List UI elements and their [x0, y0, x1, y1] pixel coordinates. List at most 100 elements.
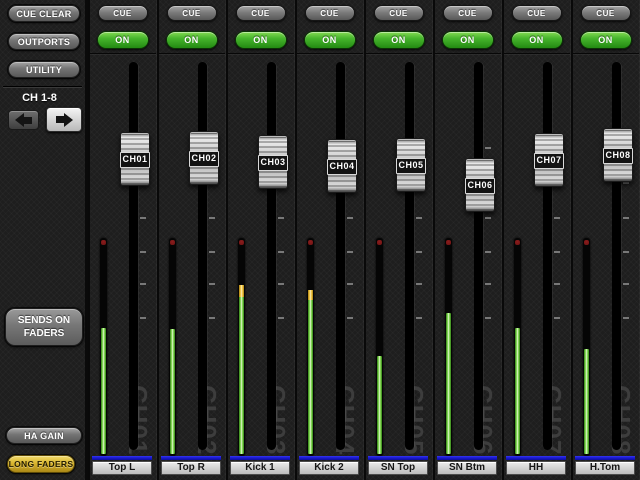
fader-knob-label: CH08	[603, 148, 633, 164]
fader-track	[267, 62, 276, 450]
channel-name[interactable]: Kick 2	[299, 461, 359, 475]
on-button[interactable]: ON	[96, 31, 149, 49]
fader-track	[543, 62, 552, 450]
fader-track	[474, 62, 483, 450]
cue-button[interactable]: CUE	[166, 5, 217, 21]
channel-color-bar	[368, 456, 428, 460]
channel-strip-ch07: CUE ON CH07 CH07 HH	[502, 0, 571, 480]
fader-knob-label: CH05	[396, 158, 426, 174]
fader-knob[interactable]: CH04	[327, 139, 357, 193]
level-meter	[583, 238, 590, 456]
outports-button[interactable]: OUTPORTS	[7, 32, 81, 51]
strip-divider	[159, 53, 225, 54]
long-faders-button[interactable]: LONG FADERS	[6, 454, 76, 474]
sends-on-faders-button[interactable]: SENDS ON FADERS	[4, 307, 84, 347]
fader-track	[198, 62, 207, 450]
fader-knob[interactable]: CH06	[465, 158, 495, 212]
channel-strips: CUE ON CH01 CH01 Top L CUE ON CH02 CH02 …	[88, 0, 640, 480]
channel-color-bar	[299, 456, 359, 460]
level-meter	[238, 238, 245, 456]
channel-strip-ch01: CUE ON CH01 CH01 Top L	[88, 0, 157, 480]
fader-knob-label: CH01	[120, 152, 150, 168]
sends-on-faders-label-line2: FADERS	[23, 328, 65, 339]
strip-divider	[228, 53, 294, 54]
sidebar: CUE CLEAR OUTPORTS UTILITY CH 1-8 SENDS …	[0, 0, 85, 480]
ha-gain-button[interactable]: HA GAIN	[5, 426, 83, 445]
fader-knob[interactable]: CH08	[603, 128, 633, 182]
on-button[interactable]: ON	[372, 31, 425, 49]
channel-color-bar	[575, 456, 635, 460]
fader-knob-label: CH02	[189, 151, 219, 167]
channel-name[interactable]: SN Top	[368, 461, 428, 475]
channel-color-bar	[161, 456, 221, 460]
level-meter	[514, 238, 521, 456]
on-button[interactable]: ON	[303, 31, 356, 49]
level-meter	[445, 238, 452, 456]
meter-peak-segment	[308, 290, 313, 300]
channel-strip-ch05: CUE ON CH05 CH05 SN Top	[364, 0, 433, 480]
fader-track	[336, 62, 345, 450]
cue-button[interactable]: CUE	[580, 5, 631, 21]
level-meter	[376, 238, 383, 456]
level-meter	[100, 238, 107, 456]
sidebar-divider	[3, 87, 82, 88]
strip-divider	[435, 53, 501, 54]
clip-indicator	[101, 240, 106, 245]
channel-name[interactable]: H.Tom	[575, 461, 635, 475]
channel-strip-ch08: CUE ON CH08 CH08 H.Tom	[571, 0, 640, 480]
fader-knob[interactable]: CH03	[258, 135, 288, 189]
channel-strip-ch03: CUE ON CH03 CH03 Kick 1	[226, 0, 295, 480]
channel-name[interactable]: Kick 1	[230, 461, 290, 475]
bank-next-button[interactable]	[46, 107, 82, 132]
meter-bar	[308, 290, 313, 454]
on-button[interactable]: ON	[441, 31, 494, 49]
cue-clear-button[interactable]: CUE CLEAR	[7, 4, 81, 23]
clip-indicator	[515, 240, 520, 245]
clip-indicator	[377, 240, 382, 245]
utility-button[interactable]: UTILITY	[7, 60, 81, 79]
channel-strip-ch04: CUE ON CH04 CH04 Kick 2	[295, 0, 364, 480]
strip-divider	[366, 53, 432, 54]
fader-track	[129, 62, 138, 450]
cue-button[interactable]: CUE	[511, 5, 562, 21]
strip-divider	[297, 53, 363, 54]
channel-color-bar	[506, 456, 566, 460]
level-meter	[169, 238, 176, 456]
meter-bar	[170, 329, 175, 454]
meter-bar	[239, 285, 244, 454]
cue-button[interactable]: CUE	[97, 5, 148, 21]
cue-button[interactable]: CUE	[373, 5, 424, 21]
on-button[interactable]: ON	[234, 31, 287, 49]
fader-knob-label: CH04	[327, 159, 357, 175]
on-button[interactable]: ON	[579, 31, 632, 49]
left-arrow-icon	[15, 113, 32, 127]
strip-divider	[573, 53, 639, 54]
on-button[interactable]: ON	[165, 31, 218, 49]
fader-knob-label: CH07	[534, 153, 564, 169]
channel-bank-label: CH 1-8	[22, 92, 57, 104]
sends-on-faders-label-line1: SENDS ON	[17, 315, 71, 326]
fader-knob[interactable]: CH07	[534, 133, 564, 187]
channel-color-bar	[437, 456, 497, 460]
clip-indicator	[239, 240, 244, 245]
bank-prev-button[interactable]	[8, 110, 39, 130]
channel-name[interactable]: SN Btm	[437, 461, 497, 475]
channel-color-bar	[92, 456, 152, 460]
cue-button[interactable]: CUE	[304, 5, 355, 21]
channel-color-bar	[230, 456, 290, 460]
channel-name[interactable]: Top R	[161, 461, 221, 475]
mixer-app: CUE CLEAR OUTPORTS UTILITY CH 1-8 SENDS …	[0, 0, 640, 480]
channel-name[interactable]: HH	[506, 461, 566, 475]
meter-bar	[584, 349, 589, 454]
cue-button[interactable]: CUE	[442, 5, 493, 21]
cue-button[interactable]: CUE	[235, 5, 286, 21]
on-button[interactable]: ON	[510, 31, 563, 49]
fader-knob[interactable]: CH05	[396, 138, 426, 192]
fader-knob[interactable]: CH01	[120, 132, 150, 186]
fader-knob[interactable]: CH02	[189, 131, 219, 185]
right-arrow-icon	[55, 112, 73, 127]
channel-strip-ch02: CUE ON CH02 CH02 Top R	[157, 0, 226, 480]
clip-indicator	[308, 240, 313, 245]
strip-divider	[504, 53, 570, 54]
channel-name[interactable]: Top L	[92, 461, 152, 475]
